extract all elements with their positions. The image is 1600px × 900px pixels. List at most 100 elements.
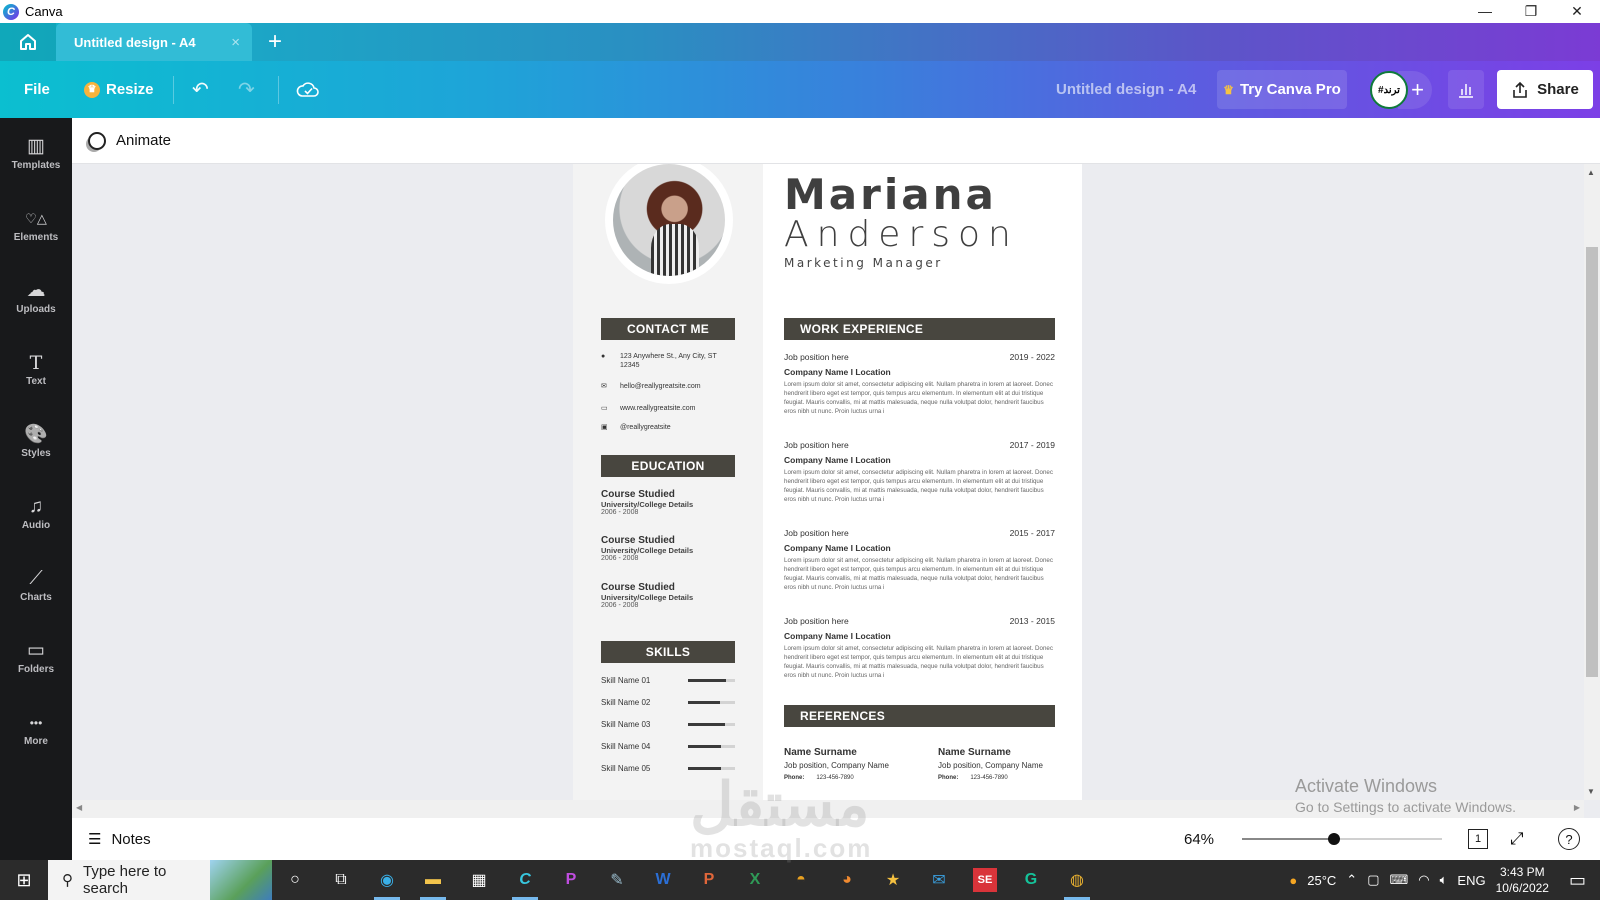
paint-icon[interactable]: ✎	[594, 860, 640, 900]
language-indicator[interactable]: ENG	[1457, 873, 1485, 888]
file-explorer-icon[interactable]: ▬	[410, 860, 456, 900]
audio-app-icon[interactable]: ◓	[778, 860, 824, 900]
picsart-icon[interactable]: P	[548, 860, 594, 900]
redo-icon[interactable]: ↷	[238, 77, 255, 102]
skill-bar-fill	[688, 767, 721, 770]
course: Course Studied	[601, 489, 675, 500]
weather-temp[interactable]: 25°C	[1307, 873, 1336, 888]
sidebar-label: Folders	[17, 664, 55, 675]
sidebar-item-folders[interactable]: ▭ Folders	[0, 622, 72, 694]
app-name: Canva	[25, 4, 63, 19]
education-item: Course Studied University/College Details…	[601, 535, 693, 562]
resume-role[interactable]: Marketing Manager	[784, 256, 943, 270]
ref-position: Job position, Company Name	[938, 761, 1043, 770]
new-tab-button[interactable]: +	[252, 23, 298, 61]
resize-button[interactable]: ♛ Resize	[84, 81, 154, 98]
notifications-icon[interactable]: ▭	[1559, 870, 1596, 891]
clock[interactable]: 3:43 PM 10/6/2022	[1496, 864, 1549, 896]
blender-icon[interactable]: ◕	[824, 860, 870, 900]
zoom-slider-handle[interactable]	[1328, 833, 1341, 845]
help-button[interactable]: ?	[1558, 828, 1580, 850]
excel-icon[interactable]: X	[732, 860, 778, 900]
school: University/College Details	[601, 593, 694, 602]
date: 10/6/2022	[1495, 881, 1549, 895]
user-avatar[interactable]: #ترند	[1370, 71, 1408, 109]
insights-button[interactable]	[1448, 70, 1484, 109]
undo-icon[interactable]: ↶	[192, 77, 209, 102]
input-icon[interactable]: ⌨	[1390, 872, 1409, 888]
job-company: Company Name I Location	[784, 631, 891, 641]
sidebar-label: Audio	[21, 520, 51, 531]
sidebar-item-templates[interactable]: ▥ Templates	[0, 118, 72, 190]
grammarly-icon[interactable]: G	[1008, 860, 1054, 900]
start-button[interactable]: ⊞	[0, 860, 48, 900]
notes-button[interactable]: ☰ Notes	[88, 830, 151, 849]
document-title[interactable]: Untitled design - A4	[1056, 81, 1196, 98]
chrome-icon[interactable]: ◍	[1054, 860, 1100, 900]
file-menu-button[interactable]: File	[24, 81, 50, 98]
vertical-scrollbar[interactable]: ▲ ▼	[1584, 164, 1600, 800]
se-app-icon[interactable]: SE	[973, 868, 997, 892]
animate-button[interactable]: Animate	[116, 132, 171, 149]
scroll-left-icon[interactable]: ◀	[76, 803, 82, 812]
wifi-icon[interactable]: ◠	[1418, 872, 1429, 888]
sidebar-item-charts[interactable]: ⟋ Charts	[0, 550, 72, 622]
sidebar-item-text[interactable]: T Text	[0, 334, 72, 406]
sidebar-item-elements[interactable]: ♡△ Elements	[0, 190, 72, 262]
home-button[interactable]	[0, 23, 56, 61]
weather-icon[interactable]: ●	[1289, 873, 1297, 888]
scroll-down-icon[interactable]: ▼	[1587, 787, 1595, 796]
page-count-button[interactable]: 1	[1468, 829, 1488, 849]
resume-last-name[interactable]: Anderson	[784, 214, 1019, 255]
movie-maker-icon[interactable]: ★	[870, 860, 916, 900]
job-position: Job position here	[784, 352, 849, 362]
bar-chart-icon	[1459, 83, 1473, 98]
store-icon[interactable]: ▦	[456, 860, 502, 900]
skill-bar	[688, 679, 735, 682]
canva-app-icon[interactable]: C	[502, 860, 548, 900]
scroll-thumb[interactable]	[1586, 247, 1598, 677]
edge-icon[interactable]: ◉	[364, 860, 410, 900]
share-button[interactable]: Share	[1497, 70, 1593, 109]
design-canvas[interactable]: CONTACT ME ● 123 Anywhere St., Any City, …	[72, 164, 1584, 800]
skill-item: Skill Name 05	[601, 764, 735, 773]
upload-share-icon	[1513, 81, 1527, 98]
sidebar-item-styles[interactable]: 🎨 Styles	[0, 406, 72, 478]
sidebar-item-uploads[interactable]: ☁ Uploads	[0, 262, 72, 334]
scroll-up-icon[interactable]: ▲	[1587, 168, 1595, 177]
zoom-percentage[interactable]: 64%	[1184, 831, 1214, 848]
time: 3:43 PM	[1499, 865, 1545, 879]
tab-close-icon[interactable]: ×	[231, 34, 240, 51]
word-icon[interactable]: W	[640, 860, 686, 900]
task-view-icon[interactable]: ⧉	[318, 860, 364, 900]
years: 2006 - 2008	[601, 555, 639, 562]
resize-label: Resize	[106, 81, 154, 98]
sidebar-item-more[interactable]: ••• More	[0, 694, 72, 766]
cloud-check-icon[interactable]	[296, 80, 320, 100]
years: 2006 - 2008	[601, 602, 639, 609]
zoom-slider[interactable]	[1242, 833, 1442, 845]
close-window-button[interactable]: ✕	[1554, 0, 1600, 23]
resume-page[interactable]: CONTACT ME ● 123 Anywhere St., Any City, …	[573, 164, 1082, 800]
show-hidden-icons[interactable]: ⌃	[1346, 872, 1357, 888]
taskbar-search[interactable]: ⚲ Type here to search	[48, 860, 272, 900]
cortana-icon[interactable]: ○	[272, 860, 318, 900]
powerpoint-icon[interactable]: P	[686, 860, 732, 900]
restore-button[interactable]: ❐	[1508, 0, 1554, 23]
try-canva-pro-button[interactable]: ♛ Try Canva Pro	[1217, 70, 1347, 109]
minimize-button[interactable]: —	[1462, 0, 1508, 23]
fullscreen-icon[interactable]: ⤢	[1510, 829, 1524, 849]
phone-label: Phone:	[784, 775, 805, 781]
job-description: Lorem ipsum dolor sit amet, consectetur …	[784, 557, 1053, 591]
tab-untitled-design[interactable]: Untitled design - A4 ×	[56, 23, 252, 61]
sidebar-item-audio[interactable]: ♫ Audio	[0, 478, 72, 550]
volume-icon[interactable]: 🔈︎	[1440, 872, 1448, 888]
resume-first-name[interactable]: Mariana	[784, 170, 997, 219]
skill-item: Skill Name 01	[601, 676, 735, 685]
editor-toolbar: File ♛ Resize ↶ ↷ Untitled design - A4 ♛…	[0, 61, 1600, 118]
scroll-right-icon[interactable]: ▶	[1574, 803, 1580, 812]
mail-icon[interactable]: ✉	[916, 860, 962, 900]
contact-email: ✉ hello@reallygreatsite.com	[601, 382, 741, 391]
reference-item: Name Surname Job position, Company Name Ph…	[938, 747, 1068, 781]
meet-now-icon[interactable]: ▢	[1367, 872, 1379, 888]
